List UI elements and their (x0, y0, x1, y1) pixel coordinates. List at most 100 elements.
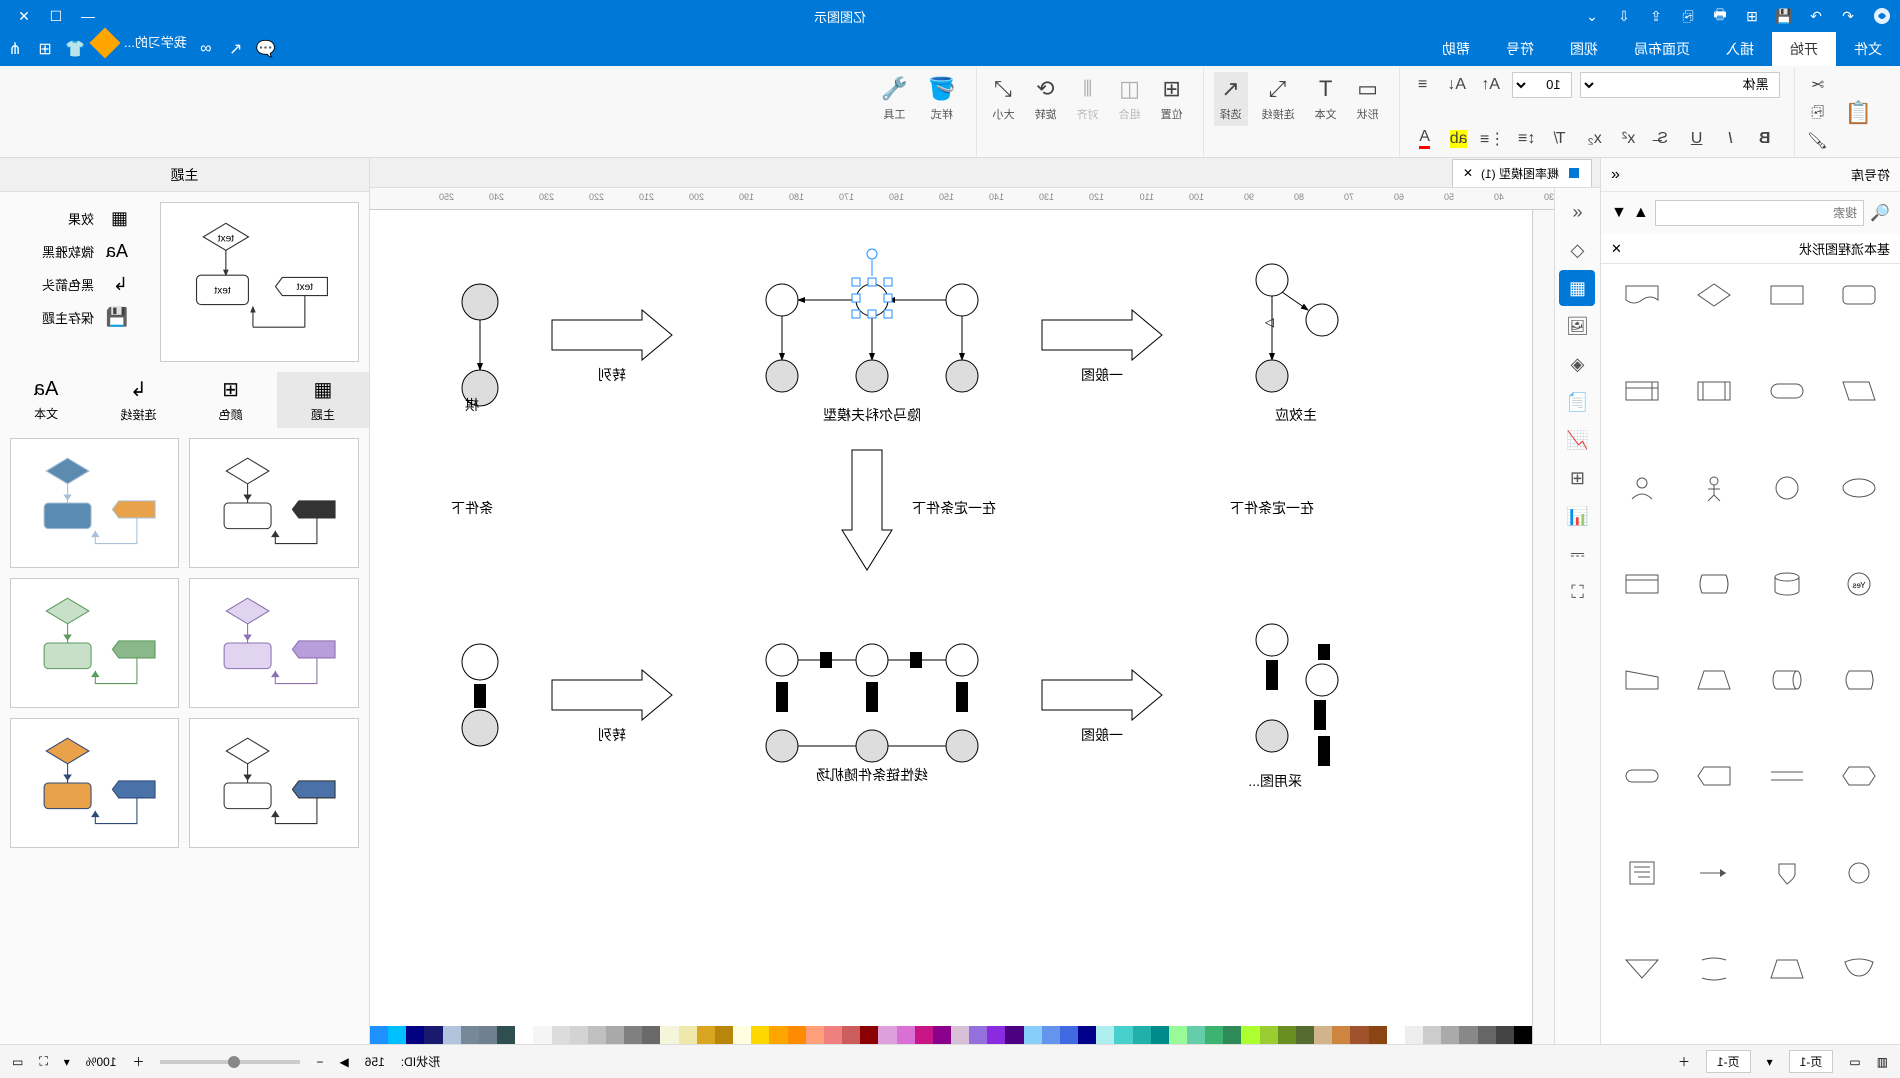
vtool-bar-icon[interactable]: 📊 (1560, 498, 1596, 534)
fill-button[interactable]: 🪣样式 (922, 72, 961, 126)
menu-insert[interactable]: 插入 (1708, 32, 1772, 66)
shape-predefined[interactable] (1681, 368, 1747, 414)
shape-diamond[interactable] (1681, 272, 1747, 318)
page-tab-right[interactable]: 页-1 (1706, 1050, 1751, 1073)
close-category-icon[interactable]: ✕ (1611, 241, 1622, 257)
theme-option-5[interactable] (10, 718, 180, 848)
shape-arrow-left[interactable] (1681, 850, 1747, 896)
quick-grid-icon[interactable]: ⊞ (30, 32, 60, 66)
font-shrink-icon[interactable]: A↓ (1444, 72, 1470, 98)
prop-effect[interactable]: ▦效果 (8, 202, 142, 235)
select-tool[interactable]: ↖选择 (1214, 72, 1248, 126)
canvas-area[interactable]: 3040506070809010011012013014015016017018… (370, 188, 1554, 1044)
swatch[interactable] (606, 1026, 624, 1044)
quick-comment-icon[interactable]: 💬 (251, 32, 281, 66)
text-tool[interactable]: T文本 (1309, 72, 1343, 126)
swatch[interactable] (406, 1026, 424, 1044)
swatch[interactable] (1314, 1026, 1332, 1044)
save-icon[interactable]: 💾 (1768, 4, 1800, 28)
swatch[interactable] (515, 1026, 533, 1044)
swatch[interactable] (1332, 1026, 1350, 1044)
chevron-down-icon[interactable]: ▾ (1767, 1055, 1773, 1069)
zoom-in-icon[interactable]: ＋ (132, 1053, 144, 1070)
cut-icon[interactable]: ✂ (1805, 72, 1831, 98)
superscript-icon[interactable]: x² (1616, 126, 1642, 152)
cloud-icon[interactable]: ⇩ (1608, 4, 1640, 28)
quick-branch-icon[interactable]: ⋔ (0, 32, 30, 66)
shape-bracket[interactable] (1681, 946, 1747, 992)
shape-parallelogram[interactable] (1826, 368, 1892, 414)
shape-pentagon[interactable] (1681, 753, 1747, 799)
swatch[interactable] (751, 1026, 769, 1044)
swatch[interactable] (642, 1026, 660, 1044)
swatch[interactable] (1042, 1026, 1060, 1044)
shape-tool[interactable]: ▭形状 (1351, 72, 1385, 126)
zoom-slider[interactable] (161, 1060, 301, 1064)
status-page-icon[interactable]: ▭ (1849, 1055, 1860, 1069)
shape-circle-alt[interactable] (1826, 850, 1892, 896)
swatch[interactable] (1387, 1026, 1405, 1044)
shape-rect[interactable] (1754, 272, 1820, 318)
shape-category[interactable]: 基本流程图形状 ✕ (1601, 234, 1900, 264)
prop-font-theme[interactable]: Aa微软雅黑 (8, 235, 142, 268)
position-button[interactable]: ⊞位置 (1155, 72, 1189, 126)
swatch[interactable] (969, 1026, 987, 1044)
font-size-select[interactable]: 10 (1512, 72, 1572, 98)
bullets-icon[interactable]: ⋮≡ (1480, 126, 1506, 152)
swatch[interactable] (1060, 1026, 1078, 1044)
redo-icon[interactable]: ↷ (1800, 4, 1832, 28)
minimize-icon[interactable]: — (72, 4, 104, 28)
share-icon[interactable]: ⇪ (1640, 4, 1672, 28)
prop-connector[interactable]: ↳黑色箭头 (8, 268, 142, 301)
swatch[interactable] (588, 1026, 606, 1044)
clear-format-icon[interactable]: T̸ (1548, 126, 1574, 152)
swatch[interactable] (769, 1026, 787, 1044)
bold-icon[interactable]: B (1752, 126, 1778, 152)
swatch[interactable] (715, 1026, 733, 1044)
vtool-image-icon[interactable]: 🖼 (1560, 308, 1596, 344)
shape-pill-alt[interactable] (1609, 753, 1675, 799)
swatch[interactable] (479, 1026, 497, 1044)
menu-start[interactable]: 开始 (1772, 32, 1836, 66)
menu-layout[interactable]: 页面布局 (1616, 32, 1708, 66)
plus-icon[interactable]: ⊞ (1736, 4, 1768, 28)
zoom-value[interactable]: 100% (86, 1055, 117, 1069)
swatch[interactable] (1096, 1026, 1114, 1044)
orange-diamond-icon[interactable] (89, 27, 120, 58)
brush-icon[interactable]: 🖌 (1805, 128, 1831, 154)
vtool-page-icon[interactable]: 📄 (1560, 384, 1596, 420)
swatch[interactable] (788, 1026, 806, 1044)
swatch[interactable] (1405, 1026, 1423, 1044)
nav-up-icon[interactable]: ▲ (1633, 204, 1649, 222)
swatch[interactable] (1187, 1026, 1205, 1044)
swatch[interactable] (443, 1026, 461, 1044)
quick-outline-icon[interactable]: 👕 (60, 32, 90, 66)
collapse-icon[interactable]: « (1611, 166, 1620, 184)
vtool-collapse-icon[interactable]: « (1560, 194, 1596, 230)
zoom-out-icon[interactable]: − (317, 1055, 324, 1069)
copy-icon[interactable]: ⎘ (1805, 100, 1831, 126)
size-button[interactable]: ⤢大小 (987, 72, 1021, 126)
swatch[interactable] (1114, 1026, 1132, 1044)
subscript-icon[interactable]: x₂ (1582, 126, 1608, 152)
theme-option-2[interactable] (190, 578, 360, 708)
search-icon[interactable]: 🔍 (1870, 203, 1890, 223)
swatch[interactable] (1223, 1026, 1241, 1044)
shape-curved[interactable] (1681, 561, 1747, 607)
shape-curve[interactable] (1826, 946, 1892, 992)
print-icon[interactable]: 🖶 (1704, 4, 1736, 28)
rtab-color[interactable]: ⊞颜色 (185, 372, 277, 428)
page-tab-left[interactable]: 页-1 (1789, 1050, 1834, 1073)
shape-document[interactable] (1609, 272, 1675, 318)
shape-double-line[interactable] (1754, 753, 1820, 799)
shape-trap-alt[interactable] (1681, 657, 1747, 703)
swatch[interactable] (733, 1026, 751, 1044)
undo-icon[interactable]: ↶ (1832, 4, 1864, 28)
swatch[interactable] (878, 1026, 896, 1044)
prop-save-theme[interactable]: 💾保存主题 (8, 301, 142, 334)
tool-button[interactable]: 🔧工具 (875, 72, 914, 126)
shape-trapezoid[interactable] (1754, 946, 1820, 992)
swatch[interactable] (1441, 1026, 1459, 1044)
swatch[interactable] (1260, 1026, 1278, 1044)
theme-option-3[interactable] (10, 578, 180, 708)
